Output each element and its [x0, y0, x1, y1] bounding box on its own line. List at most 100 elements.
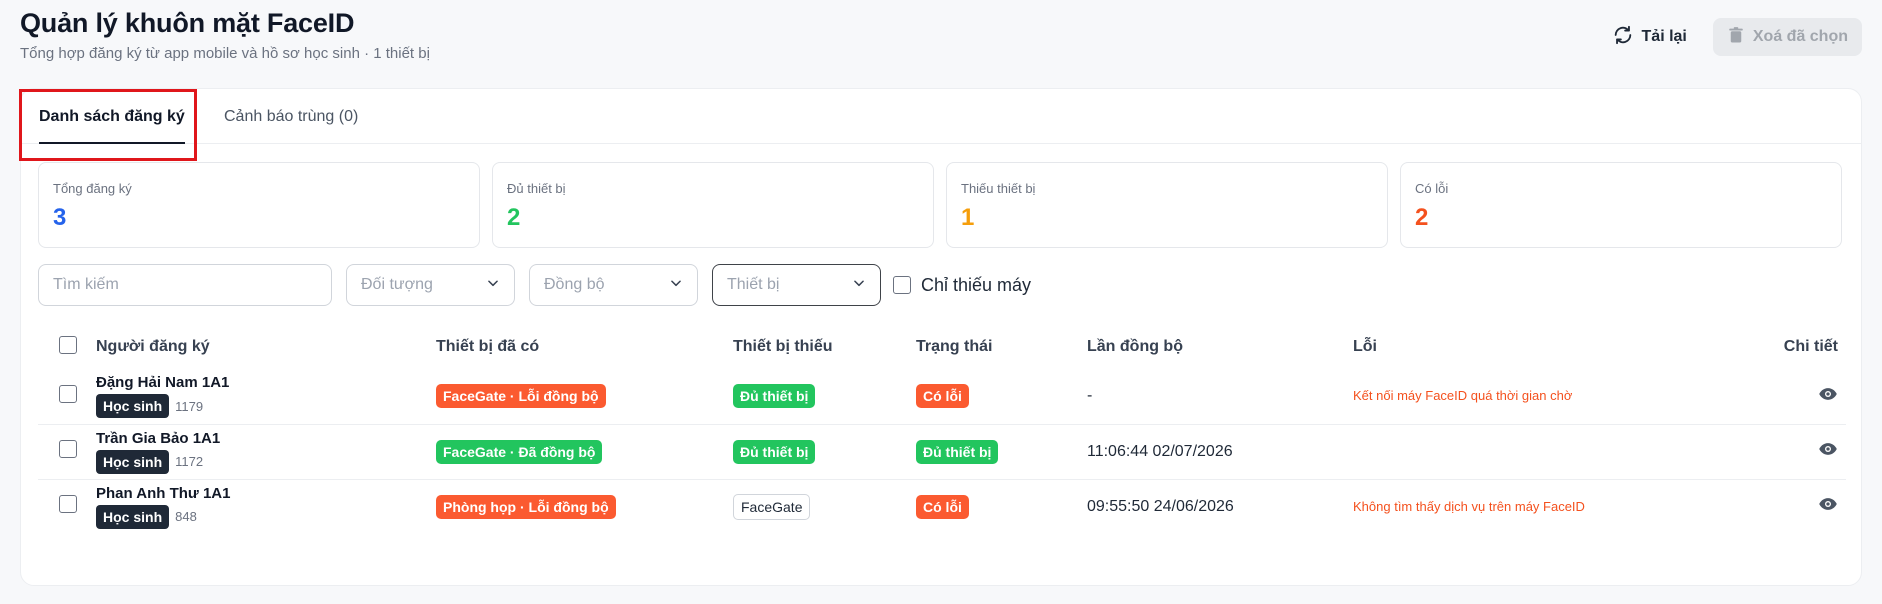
header-missing: Thiết bị thiếu	[733, 338, 833, 355]
registrant-cell: Trần Gia Bảo 1A1 Học sinh 1172	[96, 424, 436, 479]
person-name: Phan Anh Thư 1A1	[96, 484, 231, 502]
header-devices: Thiết bị đã có	[436, 338, 540, 355]
stat-enough-devices: Đủ thiết bị 2	[492, 162, 934, 248]
delete-selected-button[interactable]: Xoá đã chọn	[1712, 18, 1862, 56]
filter-bar: Đối tượng Đồng bộ Thiết bị Chỉ thiếu máy	[38, 264, 1031, 306]
tab-bar: Danh sách đăng ký Cảnh báo trùng (0)	[19, 89, 1861, 161]
missing-badge: FaceGate	[733, 493, 811, 520]
error-text: Kết nối máy FaceID quá thời gian chờ	[1353, 388, 1573, 404]
error-cell: Kết nối máy FaceID quá thời gian chờ	[1353, 369, 1756, 424]
stat-errors: Có lỗi 2	[1400, 162, 1842, 248]
status-badge: Đủ thiết bị	[916, 439, 999, 464]
sync-cell: -	[1087, 369, 1353, 424]
registrant-cell: Phan Anh Thư 1A1 Học sinh 848	[96, 479, 436, 534]
table-row: Đặng Hải Nam 1A1 Học sinh 1179 FaceGate …	[38, 369, 1846, 424]
stat-label: Đủ thiết bị	[507, 181, 566, 196]
stat-missing-devices: Thiếu thiết bị 1	[946, 162, 1388, 248]
person-name: Đặng Hải Nam 1A1	[96, 374, 230, 392]
registrant-cell: Đặng Hải Nam 1A1 Học sinh 1179	[96, 369, 436, 424]
last-sync-text: -	[1087, 387, 1093, 405]
stat-value: 3	[53, 204, 67, 231]
row-checkbox[interactable]	[59, 384, 77, 403]
header-registrant: Người đăng ký	[96, 338, 210, 355]
reload-button[interactable]: Tải lại	[1600, 18, 1699, 56]
registrations-table: Người đăng ký Thiết bị đã có Thiết bị th…	[38, 325, 1846, 534]
person-meta: Học sinh 1172	[96, 449, 436, 474]
select-all-checkbox[interactable]	[59, 335, 77, 354]
device-badge: Phòng họp · Lỗi đồng bộ	[436, 494, 616, 519]
person-meta: Học sinh 1179	[96, 394, 436, 419]
stat-label: Có lỗi	[1415, 181, 1449, 196]
header-status: Trạng thái	[916, 338, 993, 355]
page-title: Quản lý khuôn mặt FaceID	[20, 8, 355, 38]
stats-row: Tổng đăng ký 3 Đủ thiết bị 2 Thiếu thiết…	[38, 162, 1842, 248]
subject-select[interactable]: Đối tượng	[346, 264, 515, 306]
trash-icon	[1727, 26, 1745, 49]
error-cell: Không tìm thấy dịch vụ trên máy FaceID	[1353, 479, 1756, 534]
stat-label: Tổng đăng ký	[53, 181, 132, 196]
missing-cell: Đủ thiết bị	[733, 424, 916, 479]
header-last-sync: Lần đồng bộ	[1087, 338, 1183, 355]
eye-icon[interactable]	[1818, 498, 1838, 518]
device-badge: FaceGate · Đã đồng bộ	[436, 439, 603, 464]
eye-icon[interactable]	[1818, 387, 1838, 408]
header-select-all	[38, 325, 96, 369]
eye-icon[interactable]	[1818, 443, 1838, 463]
content-card: Danh sách đăng ký Cảnh báo trùng (0) Tổn…	[19, 88, 1862, 586]
status-cell: Đủ thiết bị	[916, 424, 1087, 479]
stat-value: 1	[961, 204, 975, 231]
stat-total: Tổng đăng ký 3	[38, 162, 480, 248]
reload-label: Tải lại	[1641, 28, 1687, 45]
person-name: Trần Gia Bảo 1A1	[96, 429, 221, 447]
tab-registrations[interactable]: Danh sách đăng ký	[39, 89, 185, 144]
table-header-row: Người đăng ký Thiết bị đã có Thiết bị th…	[38, 325, 1846, 369]
row-select-cell	[38, 479, 96, 534]
stat-label: Thiếu thiết bị	[961, 181, 1036, 196]
detail-cell	[1756, 479, 1846, 534]
devices-cell: FaceGate · Lỗi đồng bộ	[436, 369, 733, 424]
subject-select-value: Đối tượng	[361, 276, 433, 293]
header-actions: Tải lại Xoá đã chọn	[1600, 18, 1862, 56]
row-checkbox[interactable]	[59, 440, 77, 458]
row-select-cell	[38, 424, 96, 479]
person-id: 1179	[175, 398, 204, 414]
device-select-value: Thiết bị	[727, 276, 780, 293]
devices-cell: Phòng họp · Lỗi đồng bộ	[436, 479, 733, 534]
stat-value: 2	[507, 204, 521, 231]
chevron-down-icon	[486, 276, 500, 295]
header-detail: Chi tiết	[1783, 338, 1838, 355]
last-sync-text: 11:06:44 02/07/2026	[1087, 442, 1233, 460]
status-badge: Có lỗi	[916, 494, 969, 519]
missing-cell: FaceGate	[733, 479, 916, 534]
sync-select-value: Đồng bộ	[544, 276, 605, 293]
status-cell: Có lỗi	[916, 369, 1087, 424]
device-badge: FaceGate · Lỗi đồng bộ	[436, 384, 606, 409]
table-row: Trần Gia Bảo 1A1 Học sinh 1172 FaceGate …	[38, 424, 1846, 479]
status-badge: Có lỗi	[916, 384, 969, 409]
tab-duplicate-warnings[interactable]: Cảnh báo trùng (0)	[224, 89, 358, 144]
refresh-icon	[1612, 24, 1634, 51]
chevron-down-icon	[669, 276, 683, 295]
header-error: Lỗi	[1353, 338, 1377, 355]
status-cell: Có lỗi	[916, 479, 1087, 534]
table-row: Phan Anh Thư 1A1 Học sinh 848 Phòng họp …	[38, 479, 1846, 534]
missing-only-checkbox[interactable]	[893, 276, 911, 294]
missing-only-label: Chỉ thiếu máy	[921, 274, 1032, 295]
row-checkbox[interactable]	[59, 495, 77, 514]
delete-label: Xoá đã chọn	[1752, 28, 1848, 45]
stat-value: 2	[1415, 204, 1429, 231]
row-select-cell	[38, 369, 96, 424]
sync-cell: 11:06:44 02/07/2026	[1087, 424, 1353, 479]
missing-badge: Đủ thiết bị	[733, 439, 816, 464]
devices-cell: FaceGate · Đã đồng bộ	[436, 424, 733, 479]
person-meta: Học sinh 848	[96, 504, 436, 529]
page-header: Quản lý khuôn mặt FaceID Tổng hợp đăng k…	[20, 8, 430, 62]
missing-only-filter[interactable]: Chỉ thiếu máy	[893, 275, 1031, 296]
sync-select[interactable]: Đồng bộ	[529, 264, 698, 306]
search-input[interactable]	[38, 264, 332, 306]
device-select[interactable]: Thiết bị	[712, 264, 881, 306]
page-subtitle: Tổng hợp đăng ký từ app mobile và hồ sơ …	[20, 45, 430, 62]
missing-badge: Đủ thiết bị	[733, 384, 816, 409]
role-badge: Học sinh	[96, 449, 170, 474]
person-id: 1172	[175, 454, 204, 469]
